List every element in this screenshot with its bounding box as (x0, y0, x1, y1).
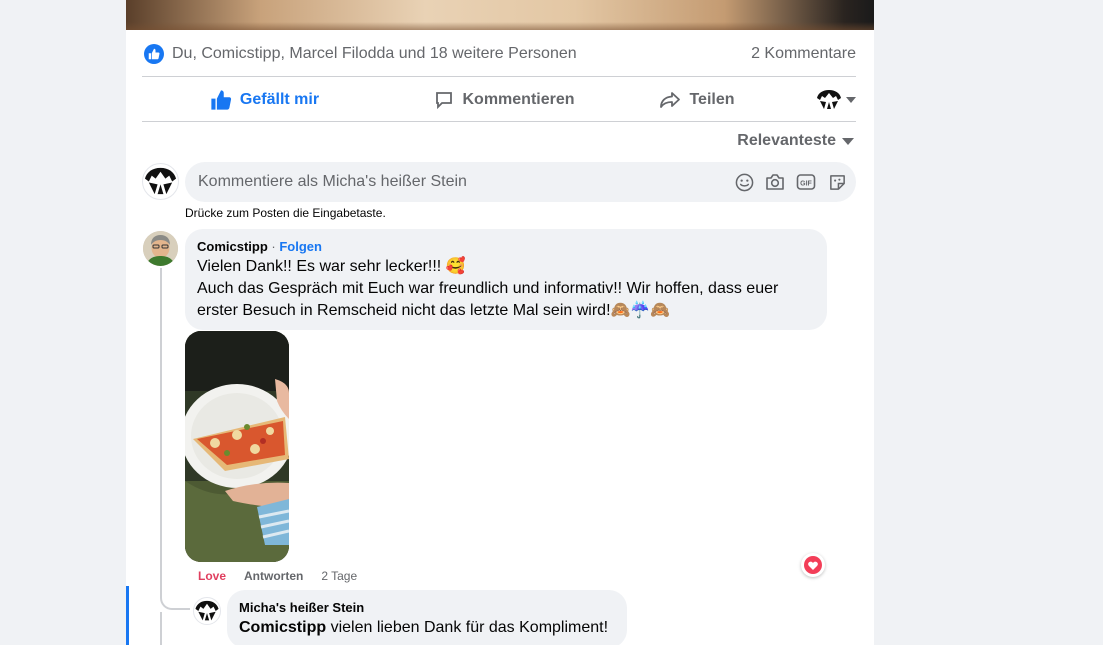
reply-body: vielen lieben Dank für das Kompliment! (326, 619, 609, 636)
svg-text:GIF: GIF (800, 181, 812, 188)
user-avatar[interactable] (142, 163, 179, 200)
comment-line: Auch das Gespräch mit Euch war freundlic… (197, 280, 779, 297)
post-as-selector[interactable] (772, 82, 856, 118)
action-bar: Gefällt mir Kommentieren Teilen (142, 78, 856, 121)
mention-link[interactable]: Comicstipp (239, 619, 326, 636)
composer-hint: Drücke zum Posten die Eingabetaste. (185, 206, 386, 220)
reply-avatar[interactable] (193, 597, 221, 625)
comment-icon (436, 91, 453, 109)
commenter-avatar[interactable] (143, 231, 178, 266)
thread-connector (160, 590, 190, 610)
follow-link[interactable]: Folgen (279, 239, 322, 254)
comment-header: Comicstipp · Folgen (197, 238, 815, 256)
comment-input-placeholder: Kommentiere als Micha's heißer Stein (198, 173, 467, 190)
thread-line (160, 612, 162, 645)
comment-line: Vielen Dank!! Es war sehr lecker!!! 🥰 (197, 258, 466, 275)
emoji-icon[interactable] (733, 171, 755, 193)
love-reaction-link[interactable]: Love (198, 569, 226, 583)
comment-photo[interactable] (185, 331, 289, 562)
post-image[interactable] (126, 0, 874, 30)
reply-text: Comicstipp vielen lieben Dank für das Ko… (239, 617, 615, 639)
reply-bubble: Micha's heißer Stein Comicstipp vielen l… (227, 590, 627, 645)
reply-author[interactable]: Micha's heißer Stein (239, 599, 615, 617)
like-reaction-icon (144, 44, 164, 64)
thumbs-up-icon (211, 89, 232, 110)
sort-label: Relevanteste (737, 132, 836, 149)
comment-button[interactable]: Kommentieren (387, 82, 622, 118)
chevron-down-icon (842, 137, 854, 145)
comment-input[interactable]: Kommentiere als Micha's heißer Stein GIF (185, 162, 856, 202)
comment-label: Kommentieren (462, 90, 575, 108)
chevron-down-icon (846, 96, 856, 103)
like-button[interactable]: Gefällt mir (142, 82, 387, 118)
comment-line: erster Besuch in Remscheid nicht das let… (197, 302, 671, 319)
sort-dropdown[interactable]: Relevanteste (737, 132, 854, 150)
divider (142, 121, 856, 122)
divider (142, 76, 856, 77)
camera-icon[interactable] (764, 171, 786, 193)
heart-icon (804, 556, 822, 574)
share-button[interactable]: Teilen (622, 82, 772, 118)
comment-meta: Love Antworten 2 Tage (198, 569, 357, 583)
page-avatar-icon (817, 89, 841, 109)
focus-indicator (126, 586, 129, 645)
gif-icon[interactable]: GIF (795, 171, 817, 193)
comment-count[interactable]: 2 Kommentare (751, 45, 856, 63)
post-card: Du, Comicstipp, Marcel Filodda und 18 we… (126, 0, 874, 645)
share-label: Teilen (689, 90, 735, 108)
comment-bubble: Comicstipp · Folgen Vielen Dank!! Es war… (185, 229, 827, 330)
reply-link[interactable]: Antworten (244, 569, 303, 583)
reaction-count-badge[interactable] (801, 553, 825, 577)
reactors-text[interactable]: Du, Comicstipp, Marcel Filodda und 18 we… (172, 45, 577, 63)
comment-timestamp[interactable]: 2 Tage (321, 569, 357, 583)
share-icon (660, 91, 681, 108)
comment-author[interactable]: Comicstipp (197, 239, 268, 254)
thread-line (160, 268, 162, 592)
like-label: Gefällt mir (239, 90, 320, 108)
sticker-icon[interactable] (826, 171, 848, 193)
separator: · (267, 239, 280, 254)
reactions-summary: Du, Comicstipp, Marcel Filodda und 18 we… (144, 42, 856, 66)
